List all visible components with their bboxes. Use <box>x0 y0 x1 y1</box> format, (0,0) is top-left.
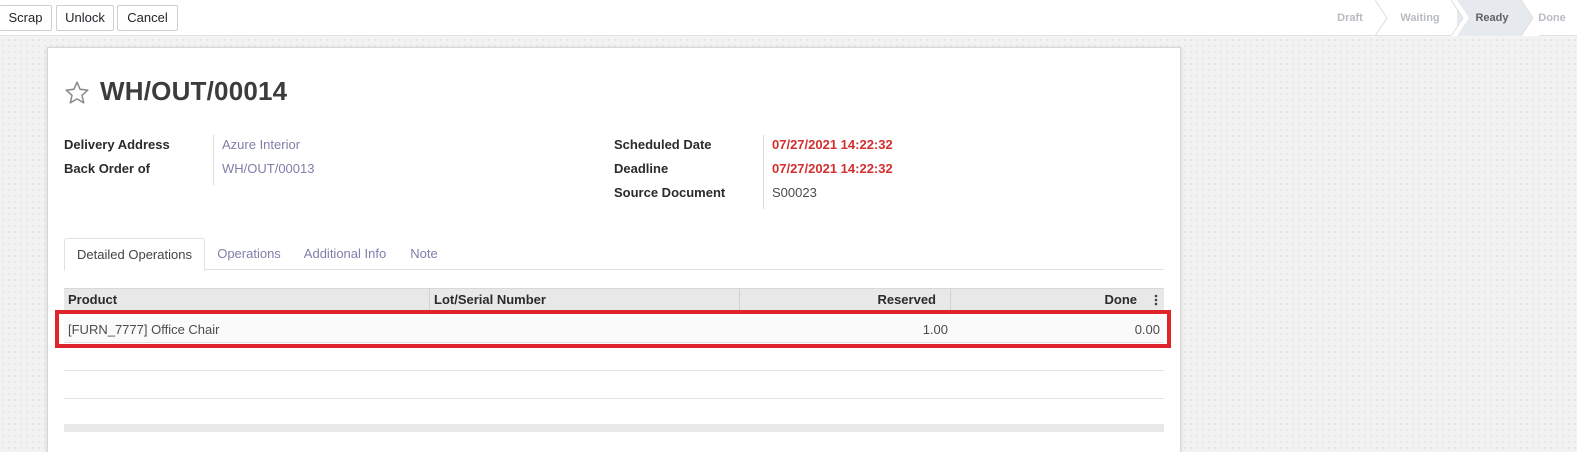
status-bar: Draft Waiting Ready Done <box>1317 0 1577 36</box>
record-title: WH/OUT/00014 <box>100 76 288 106</box>
stage-done[interactable]: Done <box>1527 0 1577 36</box>
back-order-label: Back Order of <box>64 161 150 176</box>
table-footer <box>64 424 1164 432</box>
control-bar: Scrap Unlock Cancel Draft Waiting Ready … <box>0 0 1577 36</box>
tab-detailed-operations[interactable]: Detailed Operations <box>64 238 205 271</box>
tab-note[interactable]: Note <box>406 238 442 270</box>
form-sheet: WH/OUT/00014 Delivery Address Azure Inte… <box>47 47 1181 452</box>
table-header: Product Lot/Serial Number Reserved Done <box>64 288 1164 311</box>
table-row[interactable]: [FURN_7777] Office Chair 1.00 0.00 <box>64 316 1164 343</box>
deadline-value[interactable]: 07/27/2021 14:22:32 <box>772 161 893 176</box>
cancel-button[interactable]: Cancel <box>117 5 178 31</box>
stage-draft[interactable]: Draft <box>1317 0 1383 36</box>
deadline-label: Deadline <box>614 161 669 176</box>
stage-arrow-in-icon <box>1451 0 1469 36</box>
column-header-done[interactable]: Done <box>951 289 1141 310</box>
product-cell[interactable]: [FURN_7777] Office Chair <box>64 316 430 343</box>
field-divider <box>213 135 214 185</box>
empty-table-row <box>64 344 1164 371</box>
star-icon[interactable] <box>64 80 90 106</box>
scheduled-date-label: Scheduled Date <box>614 137 712 152</box>
back-order-link[interactable]: WH/OUT/00013 <box>222 161 314 176</box>
optional-columns-icon[interactable] <box>1154 294 1158 306</box>
delivery-address-link[interactable]: Azure Interior <box>222 137 300 152</box>
column-header-reserved[interactable]: Reserved <box>740 289 940 310</box>
lot-serial-cell[interactable] <box>430 316 740 343</box>
source-document-label: Source Document <box>614 185 726 200</box>
empty-table-row <box>64 398 1164 425</box>
scrap-button[interactable]: Scrap <box>0 5 52 31</box>
done-cell[interactable]: 0.00 <box>951 316 1164 343</box>
column-header-product[interactable]: Product <box>64 289 430 310</box>
delivery-address-label: Delivery Address <box>64 137 170 152</box>
tab-additional-info[interactable]: Additional Info <box>298 238 392 270</box>
field-divider <box>763 135 764 209</box>
source-document-value[interactable]: S00023 <box>772 185 817 200</box>
stage-waiting[interactable]: Waiting <box>1383 0 1457 36</box>
column-header-lot-serial[interactable]: Lot/Serial Number <box>430 289 740 310</box>
unlock-button[interactable]: Unlock <box>56 5 114 31</box>
scheduled-date-value[interactable]: 07/27/2021 14:22:32 <box>772 137 893 152</box>
empty-table-row <box>64 372 1164 399</box>
tab-operations[interactable]: Operations <box>213 238 285 270</box>
notebook-tabs: Detailed Operations Operations Additiona… <box>64 238 1164 271</box>
reserved-cell[interactable]: 1.00 <box>740 316 952 343</box>
